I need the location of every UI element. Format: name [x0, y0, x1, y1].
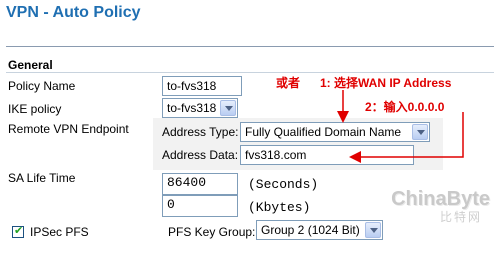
arrow-to-address-data	[349, 112, 464, 163]
annotation-arrows	[337, 90, 464, 163]
watermark-sub: 比特网	[439, 210, 482, 224]
